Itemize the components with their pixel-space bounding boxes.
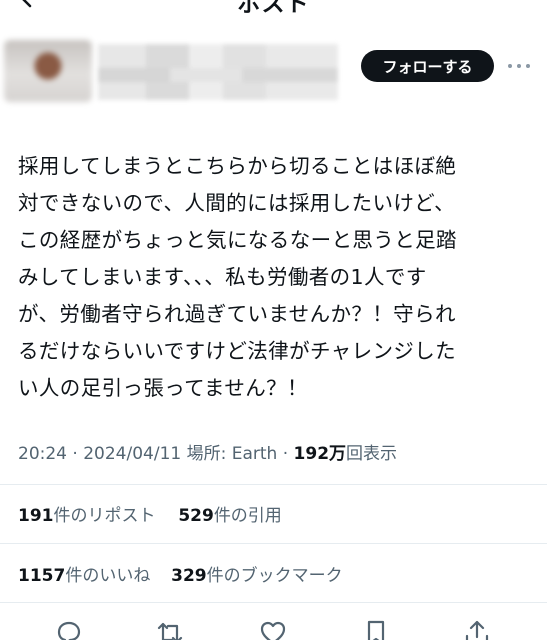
- avatar[interactable]: [4, 40, 92, 102]
- stats-row-likes: 1157件のいいね 329件のブックマーク: [18, 561, 538, 586]
- author-row: フォローする: [0, 38, 547, 108]
- tweet-text: 採用してしまうとこちらから切ることはほぼ絶 対できないので、人間的には採用したい…: [18, 154, 457, 400]
- like-count: 1157: [18, 566, 66, 586]
- like-icon[interactable]: [258, 618, 288, 640]
- repost-icon[interactable]: [155, 618, 185, 640]
- share-icon[interactable]: [462, 618, 492, 640]
- view-count: 192万: [293, 444, 347, 464]
- bookmark-icon[interactable]: [361, 618, 391, 640]
- like-stat[interactable]: 1157件のいいね: [18, 566, 150, 586]
- bookmark-label: 件のブックマーク: [206, 566, 343, 586]
- repost-label: 件のリポスト: [53, 506, 156, 526]
- view-count-label: 回表示: [346, 444, 398, 464]
- stats-row-reposts: 191件のリポスト 529件の引用: [18, 501, 538, 526]
- author-name-blurred[interactable]: [98, 44, 338, 100]
- tweet-time[interactable]: 20:24: [18, 444, 67, 464]
- divider: [0, 543, 547, 544]
- quote-label: 件の引用: [213, 506, 282, 526]
- bookmark-stat[interactable]: 329件のブックマーク: [171, 566, 343, 586]
- tweet-date[interactable]: 2024/04/11: [83, 444, 181, 464]
- tweet-meta: 20:24 · 2024/04/11 場所: Earth · 192万回表示: [18, 439, 538, 464]
- divider: [0, 484, 547, 485]
- tweet-location: 場所: Earth: [181, 444, 278, 464]
- follow-button[interactable]: フォローする: [361, 50, 494, 82]
- page-title: ポスト: [237, 0, 310, 17]
- bookmark-count: 329: [171, 566, 207, 586]
- divider: [0, 602, 547, 603]
- quote-stat[interactable]: 529件の引用: [178, 506, 282, 526]
- like-label: 件のいいね: [65, 566, 151, 586]
- more-icon[interactable]: [508, 56, 530, 76]
- meta-separator: ·: [67, 444, 84, 464]
- reply-icon[interactable]: [54, 618, 84, 640]
- meta-separator: ·: [277, 444, 294, 464]
- top-bar: ポスト: [0, 0, 547, 22]
- repost-count: 191: [18, 506, 54, 526]
- repost-stat[interactable]: 191件のリポスト: [18, 506, 156, 526]
- action-bar: [0, 612, 547, 640]
- quote-count: 529: [178, 506, 214, 526]
